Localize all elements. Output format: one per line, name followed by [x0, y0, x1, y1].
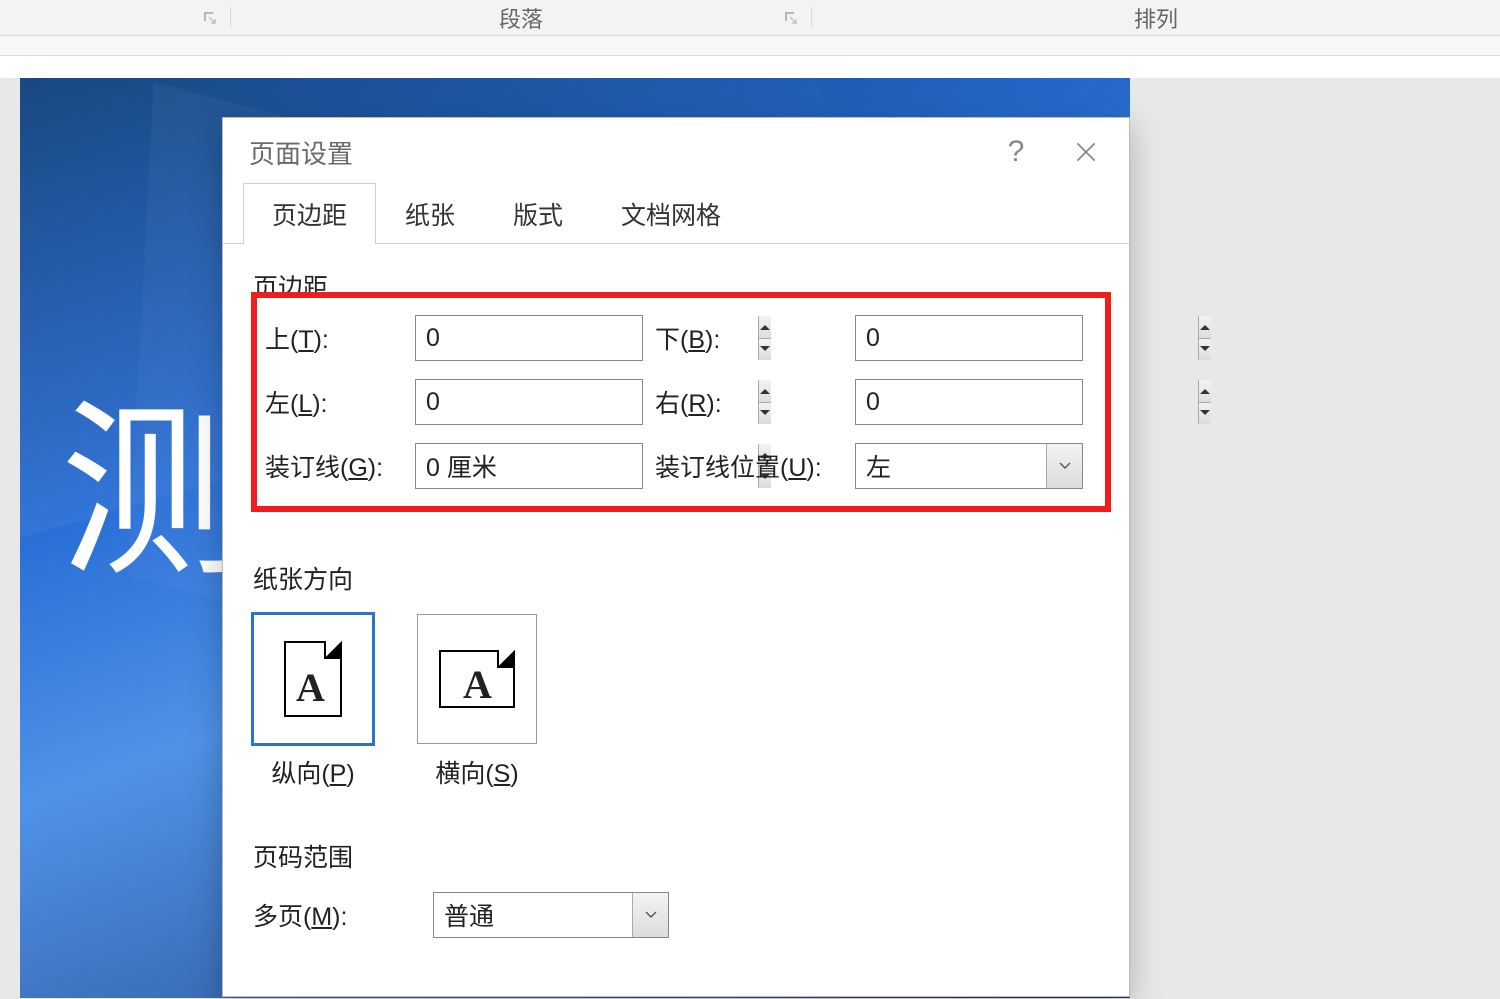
page-portrait-icon: A	[284, 641, 342, 717]
section-page-range-title: 页码范围	[253, 838, 1083, 874]
spin-up-button[interactable]	[1199, 316, 1211, 339]
margin-right-input[interactable]	[855, 379, 1083, 425]
gutter-position-select[interactable]: 左	[855, 443, 1083, 489]
portrait-thumbnail: A	[253, 614, 373, 744]
dialog-tabs: 页边距 纸张 版式 文档网格	[223, 186, 1129, 244]
multi-page-select[interactable]: 普通	[433, 892, 669, 938]
section-orientation: 纸张方向 A 纵向(P)	[253, 554, 537, 790]
section-page-range: 页码范围 多页(M): 普通	[253, 832, 1083, 940]
dropdown-button[interactable]	[632, 893, 668, 937]
ribbon-group-left	[0, 0, 230, 35]
dropdown-button[interactable]	[1046, 444, 1082, 488]
label-top: 上(T):	[265, 320, 415, 356]
margin-bottom-input[interactable]	[855, 315, 1083, 361]
landscape-thumbnail: A	[417, 614, 537, 744]
ribbon: 段落 排列	[0, 0, 1500, 36]
multi-page-value: 普通	[434, 893, 632, 937]
section-orientation-title: 纸张方向	[253, 560, 537, 596]
margins-grid: 上(T): 下(B):	[265, 306, 1095, 498]
label-gutter-position: 装订线位置(U):	[645, 448, 855, 484]
dialog-title: 页面设置	[249, 134, 353, 171]
orientation-landscape-label: 横向(S)	[417, 754, 537, 790]
tab-layout[interactable]: 版式	[484, 183, 592, 244]
label-bottom: 下(B):	[645, 320, 855, 356]
tab-paper[interactable]: 纸张	[376, 183, 484, 244]
label-multi-page: 多页(M):	[253, 897, 433, 933]
section-margins-title: 页边距	[253, 268, 1105, 304]
help-button[interactable]: ?	[981, 122, 1051, 182]
orientation-portrait-label: 纵向(P)	[253, 754, 373, 790]
orientation-portrait-option[interactable]: A 纵向(P)	[253, 614, 373, 790]
spin-down-button[interactable]	[1199, 403, 1211, 425]
spin-down-button[interactable]	[1199, 339, 1211, 361]
dialog-body: 页边距 上(T): 下(B):	[223, 244, 1129, 996]
tab-grid[interactable]: 文档网格	[592, 183, 750, 244]
margin-top-input[interactable]	[415, 315, 643, 361]
ribbon-group-arrange[interactable]: 排列	[812, 0, 1500, 35]
close-button[interactable]	[1051, 122, 1121, 182]
dialog-titlebar[interactable]: 页面设置 ?	[223, 118, 1129, 186]
gutter-input[interactable]	[415, 443, 643, 489]
page-landscape-icon: A	[439, 650, 515, 708]
ruler	[0, 36, 1500, 56]
label-right: 右(R):	[645, 384, 855, 420]
orientation-landscape-option[interactable]: A 横向(S)	[417, 614, 537, 790]
margin-left-input[interactable]	[415, 379, 643, 425]
label-left: 左(L):	[265, 384, 415, 420]
margin-right-value[interactable]	[856, 380, 1198, 424]
page-setup-dialog: 页面设置 ? 页边距 纸张 版式 文档网格 页边距 上(T):	[222, 117, 1130, 997]
ribbon-group-paragraph-label: 段落	[499, 2, 543, 34]
spin-up-button[interactable]	[1199, 380, 1211, 403]
dialog-launcher-icon[interactable]	[783, 10, 799, 26]
tab-margins[interactable]: 页边距	[243, 183, 376, 244]
margin-bottom-value[interactable]	[856, 316, 1198, 360]
dialog-launcher-icon[interactable]	[202, 10, 218, 26]
gutter-position-value: 左	[856, 444, 1046, 488]
ribbon-group-arrange-label: 排列	[1134, 2, 1178, 34]
label-gutter: 装订线(G):	[265, 448, 415, 484]
ribbon-group-paragraph[interactable]: 段落	[231, 0, 811, 35]
